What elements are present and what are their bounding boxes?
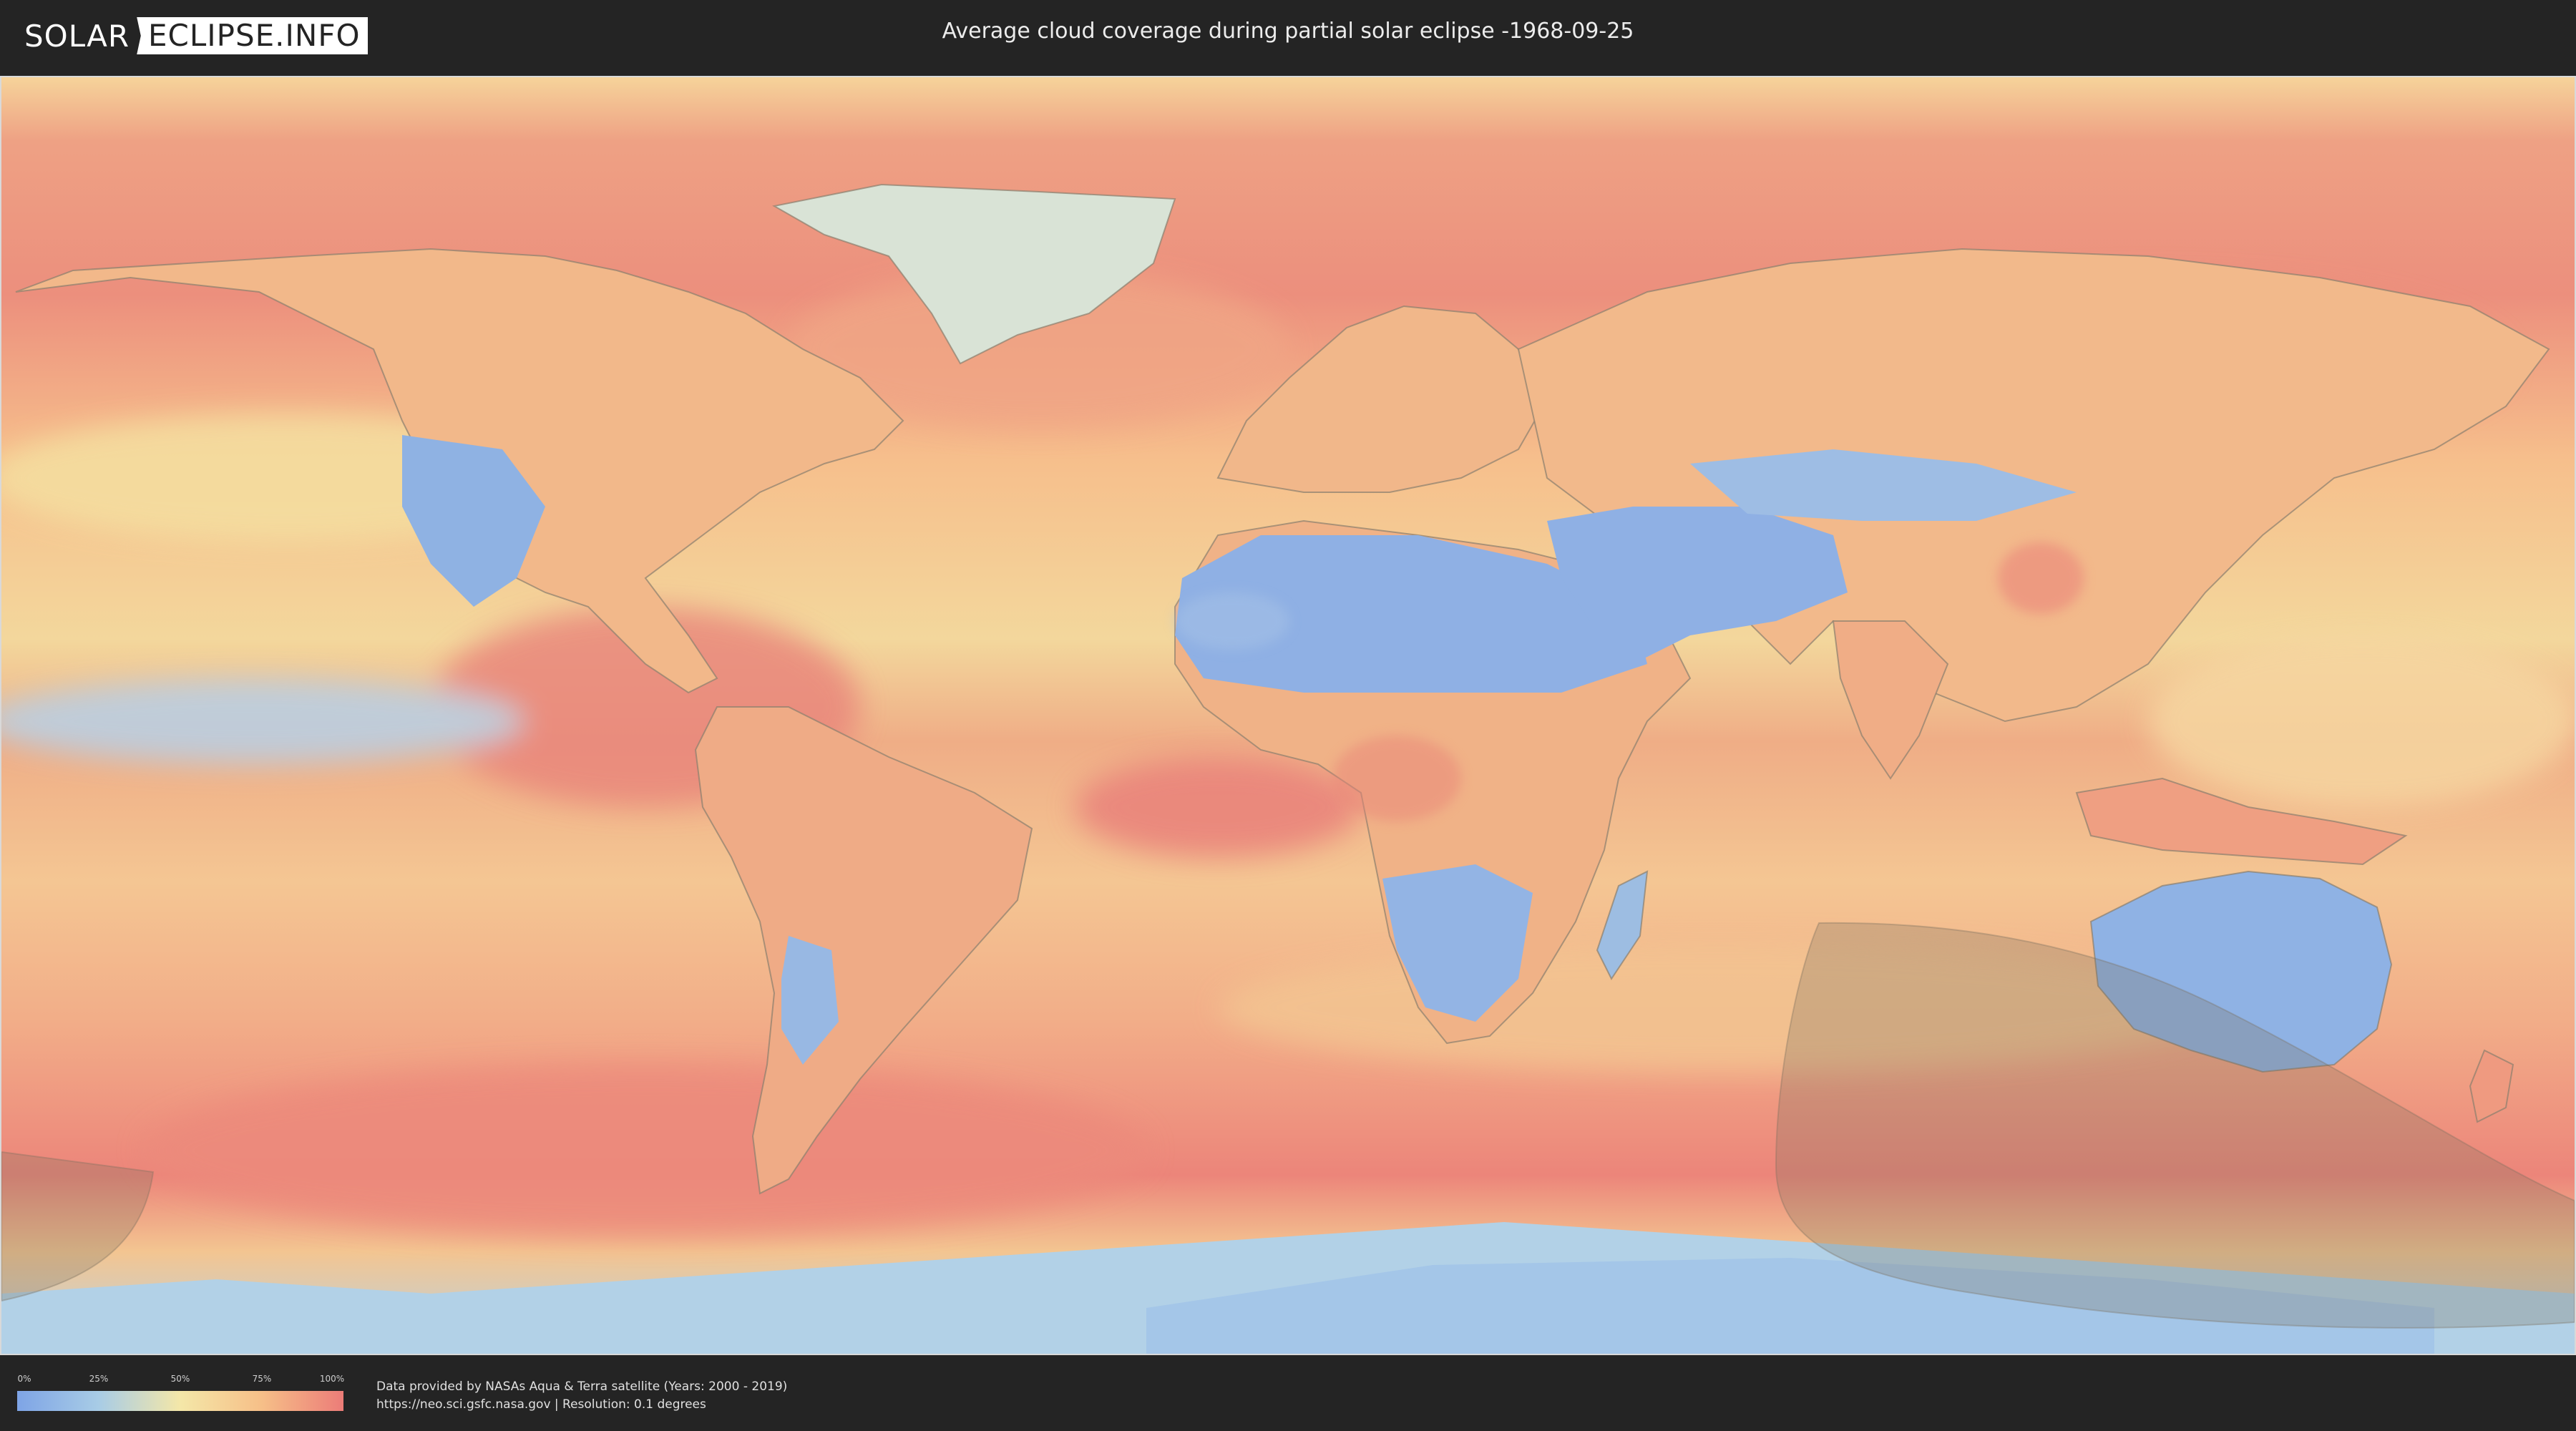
credit-line: Data provided by NASAs Aqua & Terra sate… — [376, 1379, 788, 1394]
top-bar: SOLAR ECLIPSE.INFO Average cloud coverag… — [0, 0, 2576, 72]
cloud-coverage-map[interactable] — [0, 76, 2576, 1355]
legend-color-bar — [17, 1391, 343, 1411]
legend-tick-100: 100% — [319, 1374, 345, 1384]
world-map-svg — [1, 77, 2575, 1354]
data-credits: Data provided by NASAs Aqua & Terra sate… — [376, 1378, 787, 1414]
legend-tick-50: 50% — [170, 1374, 190, 1384]
source-line[interactable]: https://neo.sci.gsfc.nasa.gov | Resoluti… — [376, 1396, 787, 1414]
legend-tick-25: 25% — [89, 1374, 109, 1384]
page-title: Average cloud coverage during partial so… — [942, 19, 1634, 44]
legend-tick-0: 0% — [17, 1374, 31, 1384]
legend-tick-75: 75% — [252, 1374, 272, 1384]
cloud-coverage-legend: 0% 25% 50% 75% 100% — [17, 1374, 345, 1414]
